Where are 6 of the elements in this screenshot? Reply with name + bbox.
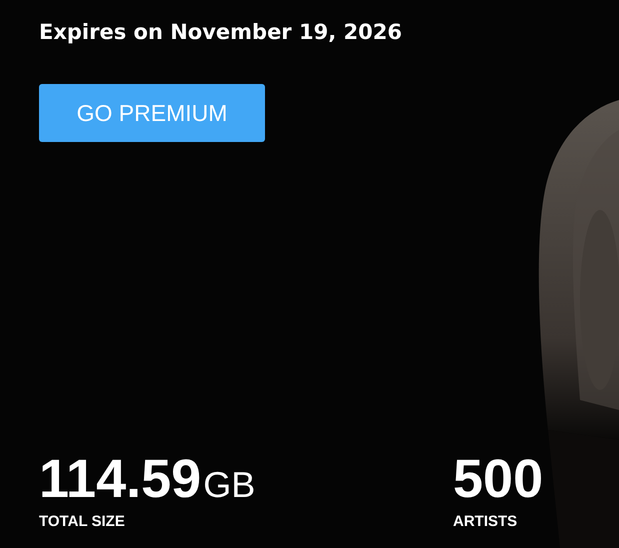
go-premium-button[interactable]: GO PREMIUM: [39, 84, 265, 142]
stat-value: 114.59GB: [39, 451, 256, 507]
stat-value: 500: [453, 451, 544, 507]
stat-label: TOTAL SIZE: [39, 513, 125, 530]
stat-label: ARTISTS: [453, 513, 518, 530]
expiry-date: Expires on November 19, 2026: [39, 19, 403, 46]
